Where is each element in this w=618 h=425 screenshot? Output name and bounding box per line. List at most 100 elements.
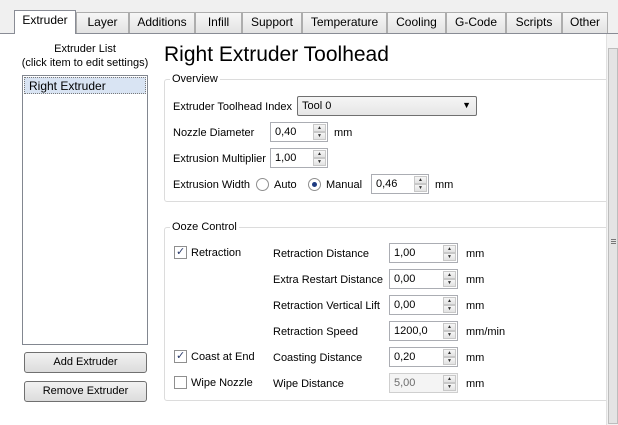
tab-label: Scripts [515, 15, 553, 29]
tab-label: Temperature [310, 15, 379, 29]
triangle-down-icon[interactable]: ▼ [443, 279, 456, 287]
retraction-distance-spinbox[interactable]: 1,00 ▲ ▼ [389, 243, 458, 263]
retraction-distance-unit: mm [466, 248, 485, 260]
wipe-distance-unit: mm [466, 378, 485, 390]
toolhead-index-value: Tool 0 [302, 100, 332, 112]
list-item[interactable]: Right Extruder [24, 77, 146, 94]
tab-label: Other [569, 15, 600, 29]
coast-at-end-label: Coast at End [191, 351, 255, 363]
tab-gcode[interactable]: G-Code [446, 12, 506, 33]
extrusion-multiplier-label: Extrusion Multiplier [173, 153, 266, 165]
tab-label: Additions [137, 15, 187, 29]
grip-line [611, 239, 616, 240]
coasting-distance-spinbox[interactable]: 0,20 ▲ ▼ [389, 347, 458, 367]
nozzle-diameter-label: Nozzle Diameter [173, 127, 255, 139]
ooze-control-group-label: Ooze Control [170, 221, 239, 234]
triangle-up-icon[interactable]: ▲ [313, 150, 326, 158]
retraction-vertical-lift-spinbox[interactable]: 0,00 ▲ ▼ [389, 295, 458, 315]
tab-label: Infill [207, 15, 230, 29]
tab-bar: Extruder Layer Additions Infill Support … [0, 0, 618, 34]
extrusion-width-label: Extrusion Width [173, 179, 251, 191]
tab-label: Cooling [396, 15, 437, 29]
triangle-down-icon[interactable]: ▼ [443, 305, 456, 313]
retraction-vertical-lift-label: Retraction Vertical Lift [273, 300, 380, 312]
retraction-label: Retraction [191, 247, 242, 259]
remove-extruder-button[interactable]: Remove Extruder [24, 381, 147, 402]
retraction-speed-value: 1200,0 [394, 325, 428, 337]
toolhead-index-label: Extruder Toolhead Index [173, 101, 293, 113]
triangle-down-icon[interactable]: ▼ [443, 253, 456, 261]
wipe-nozzle-label: Wipe Nozzle [191, 377, 253, 389]
extra-restart-distance-unit: mm [466, 274, 485, 286]
extruder-list-hint: (click item to edit settings) [21, 57, 149, 69]
extra-restart-distance-label: Extra Restart Distance [273, 274, 384, 286]
grip-line [611, 243, 616, 244]
retraction-vertical-lift-value: 0,00 [394, 299, 416, 311]
tab-label: Support [250, 15, 294, 29]
retraction-distance-value: 1,00 [394, 247, 416, 259]
triangle-up-icon[interactable]: ▲ [443, 271, 456, 279]
toolhead-index-select[interactable]: Tool 0 ▼ [297, 96, 477, 116]
wipe-distance-spinbox[interactable]: 5,00 ▲ ▼ [389, 373, 458, 393]
triangle-up-icon[interactable]: ▲ [443, 375, 456, 383]
triangle-down-icon[interactable]: ▼ [443, 357, 456, 365]
extrusion-width-unit: mm [435, 179, 454, 191]
retraction-checkbox[interactable]: ✓ [174, 246, 187, 259]
coast-at-end-checkbox[interactable]: ✓ [174, 350, 187, 363]
extrusion-multiplier-spinbox[interactable]: 1,00 ▲ ▼ [270, 148, 328, 168]
tab-label: Extruder [22, 13, 68, 27]
extrusion-width-value: 0,46 [376, 178, 398, 190]
triangle-up-icon[interactable]: ▲ [443, 349, 456, 357]
page-title: Right Extruder Toolhead [164, 43, 389, 66]
tab-extruder[interactable]: Extruder [14, 10, 76, 34]
overview-group-label: Overview [170, 73, 220, 86]
triangle-down-icon[interactable]: ▼ [414, 184, 427, 192]
extruder-list-title: Extruder List (click item to edit settin… [18, 42, 152, 70]
wipe-nozzle-checkbox[interactable] [174, 376, 187, 389]
radio-selected-dot [312, 182, 317, 187]
checkmark-icon: ✓ [176, 350, 186, 362]
triangle-down-icon[interactable]: ▼ [443, 383, 456, 391]
extrusion-width-spinbox[interactable]: 0,46 ▲ ▼ [371, 174, 429, 194]
tab-scripts[interactable]: Scripts [506, 12, 562, 33]
triangle-up-icon[interactable]: ▲ [443, 323, 456, 331]
coasting-distance-value: 0,20 [394, 351, 416, 363]
nozzle-diameter-value: 0,40 [275, 126, 297, 138]
tab-label: Layer [87, 15, 118, 29]
extruder-list[interactable]: Right Extruder [22, 75, 148, 345]
vertical-scrollbar[interactable] [606, 34, 618, 425]
wipe-distance-label: Wipe Distance [273, 378, 344, 390]
triangle-down-icon[interactable]: ▼ [313, 158, 326, 166]
extruder-list-heading: Extruder List [54, 43, 116, 55]
tab-infill[interactable]: Infill [195, 12, 242, 33]
add-extruder-button[interactable]: Add Extruder [24, 352, 147, 373]
width-manual-radio[interactable] [308, 178, 321, 191]
tab-layer[interactable]: Layer [76, 12, 129, 33]
coasting-distance-unit: mm [466, 352, 485, 364]
tab-temperature[interactable]: Temperature [302, 12, 387, 33]
extra-restart-distance-spinbox[interactable]: 0,00 ▲ ▼ [389, 269, 458, 289]
triangle-up-icon[interactable]: ▲ [414, 176, 427, 184]
tab-other[interactable]: Other [562, 12, 608, 33]
triangle-down-icon[interactable]: ▼ [443, 331, 456, 339]
triangle-up-icon[interactable]: ▲ [443, 297, 456, 305]
retraction-speed-label: Retraction Speed [273, 326, 358, 338]
extra-restart-distance-value: 0,00 [394, 273, 416, 285]
triangle-down-icon: ▼ [462, 100, 471, 110]
tab-label: G-Code [454, 15, 498, 29]
tab-cooling[interactable]: Cooling [387, 12, 446, 33]
tab-additions[interactable]: Additions [129, 12, 195, 33]
triangle-up-icon[interactable]: ▲ [443, 245, 456, 253]
coasting-distance-label: Coasting Distance [273, 352, 363, 364]
retraction-speed-spinbox[interactable]: 1200,0 ▲ ▼ [389, 321, 458, 341]
nozzle-diameter-spinbox[interactable]: 0,40 ▲ ▼ [270, 122, 328, 142]
width-auto-label: Auto [274, 179, 297, 191]
wipe-distance-value: 5,00 [394, 377, 416, 389]
triangle-up-icon[interactable]: ▲ [313, 124, 326, 132]
extrusion-multiplier-value: 1,00 [275, 152, 297, 164]
triangle-down-icon[interactable]: ▼ [313, 132, 326, 140]
width-manual-label: Manual [326, 179, 363, 191]
tab-support[interactable]: Support [242, 12, 302, 33]
scrollbar-thumb[interactable] [608, 48, 618, 424]
width-auto-radio[interactable] [256, 178, 269, 191]
